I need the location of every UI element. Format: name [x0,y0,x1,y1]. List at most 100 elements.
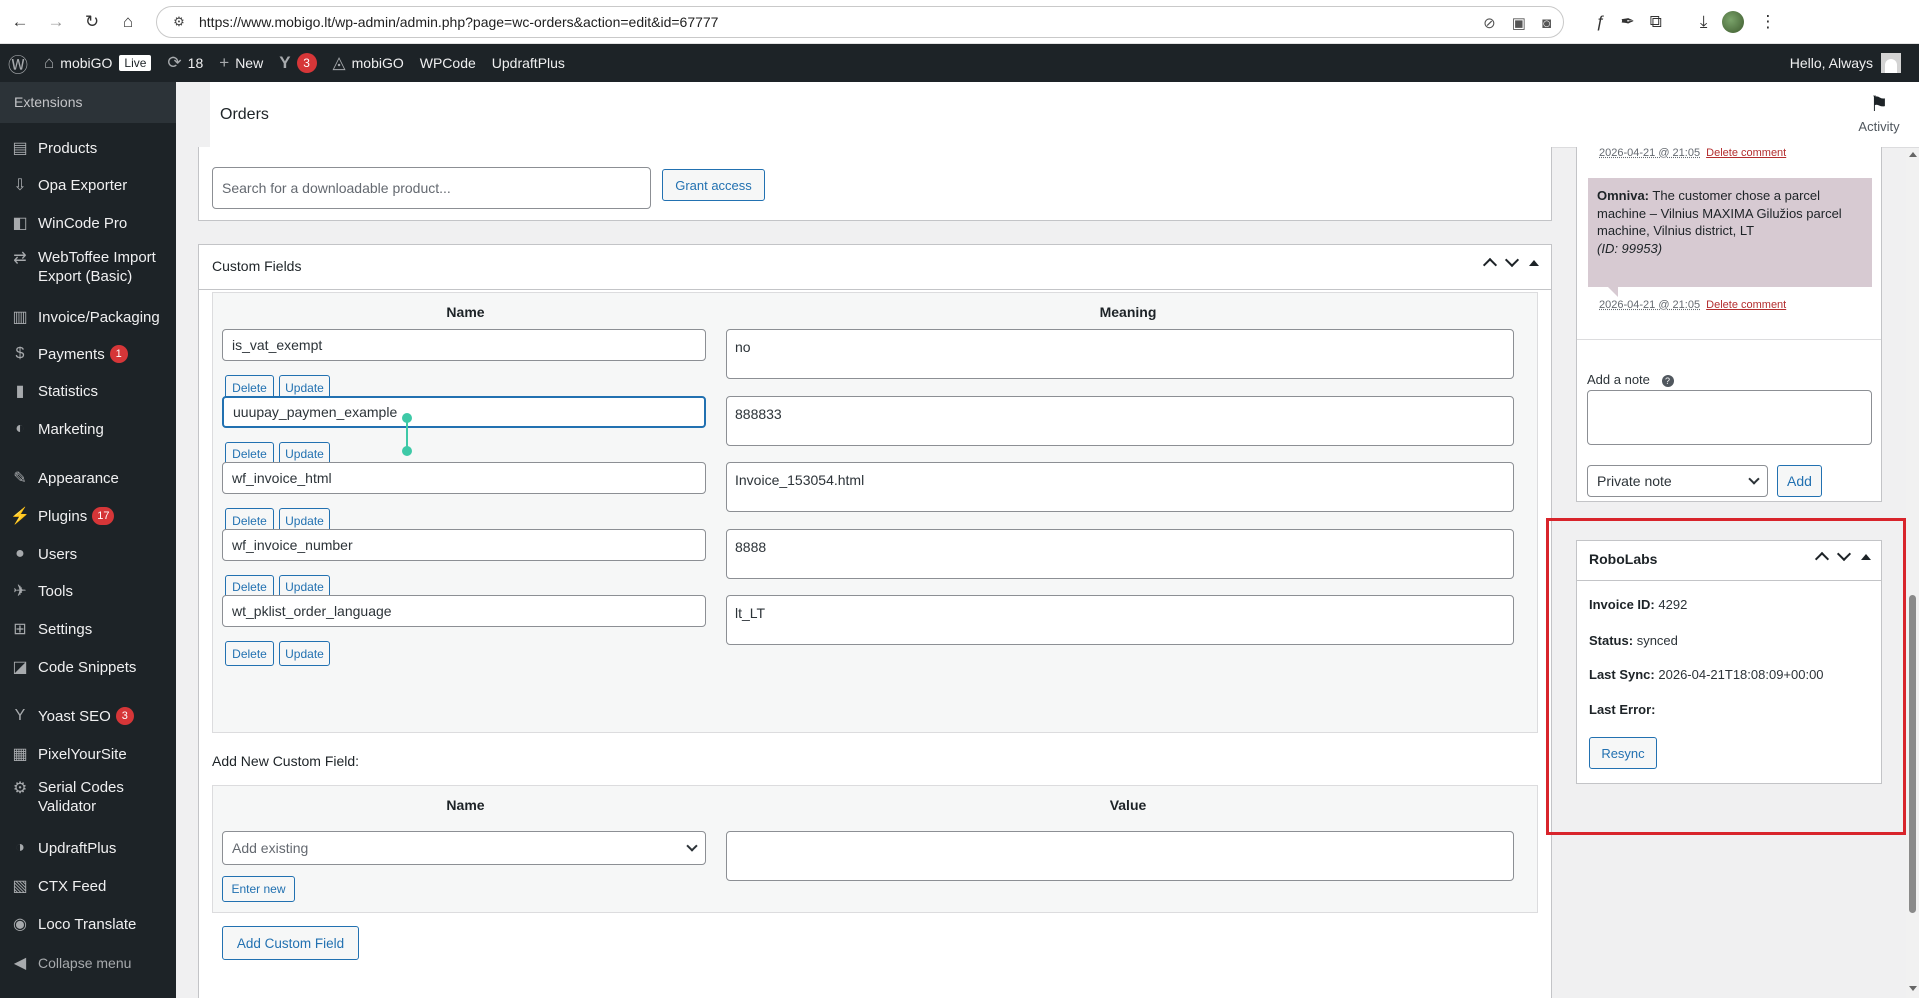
delete-comment-link-2[interactable]: Delete comment [1706,299,1786,311]
sidebar-item-yoast-seo[interactable]: Y Yoast SEO 3 [0,703,176,729]
sidebar-item-invoice-packaging[interactable]: ▥ Invoice/Packaging [0,304,176,330]
delete-field-button[interactable]: Delete [225,641,274,666]
gear-icon: ⚙ [12,780,28,797]
mobigo-link[interactable]: ◬ mobiGO [325,44,412,82]
updates-link[interactable]: ⟳ 18 [159,44,211,82]
new-custom-field-table: Name Value Add existing Enter new [212,785,1538,913]
move-down-icon[interactable] [1504,252,1520,268]
site-info-icon[interactable]: ⚙ [171,14,187,30]
new-content-link[interactable]: + New [211,44,271,82]
menu-icon[interactable]: ⋮ [1759,12,1776,32]
note-id: (ID: 99953) [1597,240,1663,256]
downloadable-product-search[interactable]: Search for a downloadable product... [212,167,651,209]
new-column-value: Value [1109,797,1147,813]
custom-field-value-textarea[interactable]: Invoice_153054.html [726,462,1514,512]
sidebar-item-plugins[interactable]: ⚡ Plugins 17 [0,503,176,529]
sidebar-item-products[interactable]: ▤ Products [0,135,176,161]
custom-field-value-textarea[interactable]: 888833 [726,395,1514,446]
updraft-link[interactable]: UpdraftPlus [484,44,573,82]
scroll-down-icon[interactable] [1909,986,1917,991]
page-header: Orders ⚑ Activity [210,82,1919,148]
address-bar[interactable]: ⚙ https://www.mobigo.lt/wp-admin/admin.p… [156,6,1564,38]
wpcode-link[interactable]: WPCode [412,44,484,82]
sidebar-item-users[interactable]: ● Users [0,541,176,567]
updraft-label: UpdraftPlus [491,55,565,71]
custom-field-name-input[interactable]: wf_invoice_number [222,528,706,561]
statistics-icon: ▮ [15,383,25,400]
scroll-thumb[interactable] [1909,595,1916,913]
add-custom-field-button[interactable]: Add Custom Field [222,926,359,960]
sidebar-item-appearance[interactable]: ✎ Appearance [0,465,176,491]
note-tail [1608,287,1618,297]
note-type-select[interactable]: Private note [1587,465,1768,497]
sidebar-item-marketing[interactable]: ◐ Marketing [0,416,176,442]
wpcode-label: WPCode [419,55,476,71]
toggle-panel-icon[interactable] [1529,259,1539,266]
yoast-count: 3 [296,53,317,73]
selection-handle-bottom[interactable] [402,446,412,456]
site-name: mobiGO [60,55,113,71]
camera-icon[interactable]: ◙ [1542,15,1551,32]
delete-comment-link-1[interactable]: Delete comment [1706,147,1786,159]
settings-icon: ⊞ [13,621,27,638]
forward-icon[interactable]: → [42,8,70,36]
greeting[interactable]: Hello, Always [1790,55,1873,71]
live-badge: Live [119,55,152,71]
custom-field-name-input[interactable]: uuupay_paymen_example [222,395,706,428]
sidebar-item-webtoffee-import-export-basic[interactable]: ⇄ WebToffee Import Export (Basic) [0,248,176,290]
sidebar-item-wincode-pro[interactable]: ◧ WinCode Pro [0,210,176,236]
sidebar-item-label: CTX Feed [38,877,107,895]
sidebar-item-opa-exporter[interactable]: ⇩ Opa Exporter [0,172,176,198]
note-meta-2: 2026-04-21 @ 21:05 Delete comment [1599,299,1786,311]
download-icon[interactable]: ⤓ [1700,12,1708,32]
user-avatar[interactable] [1881,53,1901,73]
screen-icon[interactable]: ▣ [1512,14,1526,32]
sidebar-item-ctx-feed[interactable]: ▧ CTX Feed [0,873,176,899]
enter-new-button[interactable]: Enter new [222,876,295,902]
sidebar-item-statistics[interactable]: ▮ Statistics [0,378,176,404]
grant-access-button[interactable]: Grant access [662,169,765,201]
selection-handle-top[interactable] [402,413,412,423]
sidebar-item-pixelyoursite[interactable]: ▦ PixelYourSite [0,741,176,767]
extensions-icon[interactable]: ⧉ [1650,12,1662,32]
new-field-value[interactable] [726,831,1514,881]
sidebar-badge: 17 [92,507,115,525]
custom-field-name-input[interactable]: is_vat_exempt [222,329,706,361]
custom-field-name-input[interactable]: wf_invoice_html [222,462,706,494]
yoast-link[interactable]: Y 3 [271,44,324,82]
profile-avatar[interactable] [1722,11,1745,33]
add-note-button[interactable]: Add [1777,465,1822,497]
update-field-button[interactable]: Update [279,641,330,666]
extension-icon[interactable]: ⊘ [1483,14,1496,32]
sidebar-item-tools[interactable]: ✈ Tools [0,578,176,604]
custom-field-value-textarea[interactable]: 8888 [726,528,1514,579]
site-name-link[interactable]: ⌂ mobiGO Live [36,44,159,82]
wp-logo-icon[interactable]: Ⓦ [0,44,36,82]
custom-field-value-textarea[interactable]: lt_LT [726,595,1514,645]
page-scrollbar[interactable] [1906,148,1919,998]
move-up-icon[interactable] [1482,257,1498,273]
custom-field-value-textarea[interactable]: no [726,329,1514,379]
add-existing-select[interactable]: Add existing [222,831,706,865]
script-icon[interactable]: ƒ [1596,12,1605,32]
highlight-frame [1546,518,1906,835]
sidebar-item-loco-translate[interactable]: ◉ Loco Translate [0,911,176,937]
sidebar-item-payments[interactable]: $ Payments 1 [0,341,176,367]
sidebar-header[interactable]: Extensions [0,82,176,123]
help-icon[interactable]: ? [1661,374,1674,387]
add-note-textarea[interactable] [1587,390,1872,445]
collapse-menu-button[interactable]: ◀ Collapse menu [0,950,143,976]
sidebar-item-code-snippets[interactable]: ◪ Code Snippets [0,654,176,680]
sidebar-item-settings[interactable]: ⊞ Settings [0,616,176,642]
pen-icon[interactable]: ✒ [1620,12,1634,32]
scroll-up-icon[interactable] [1909,152,1917,157]
users-icon: ● [15,545,25,562]
activity-button[interactable]: ⚑ Activity [1855,92,1903,134]
back-icon[interactable]: ← [6,8,34,36]
home-icon[interactable]: ⌂ [114,8,142,36]
custom-field-name-input[interactable]: wt_pklist_order_language [222,595,706,627]
yoast-icon: Y [279,53,291,72]
sidebar-item-serial-codes-validator[interactable]: ⚙ Serial Codes Validator [0,778,176,820]
sidebar-item-updraftplus[interactable]: ◑ UpdraftPlus [0,835,176,861]
reload-icon[interactable]: ↻ [78,8,106,36]
